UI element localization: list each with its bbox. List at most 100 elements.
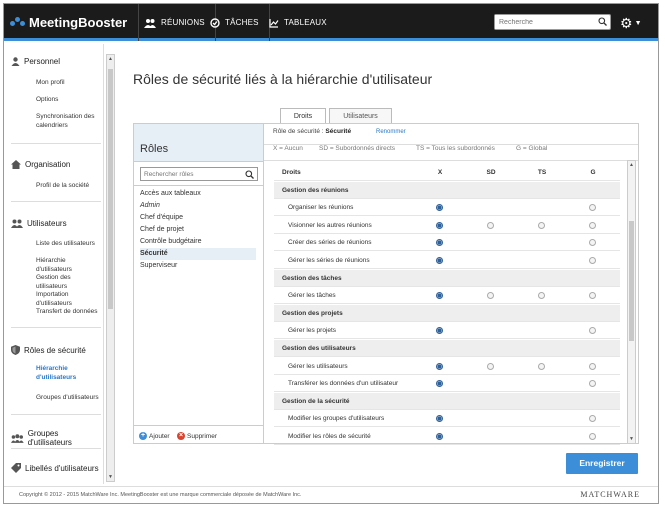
radio-x[interactable] (436, 292, 443, 300)
scroll-up-icon[interactable]: ▲ (107, 56, 114, 62)
radio-sd[interactable] (487, 292, 494, 300)
radio-x[interactable] (436, 239, 443, 247)
radio-x[interactable] (436, 257, 443, 264)
rights-row-label: Modifier les groupes d'utilisateurs (288, 415, 385, 423)
settings-menu[interactable]: ⚙ ▼ (620, 15, 642, 32)
global-search-input[interactable] (495, 15, 591, 29)
role-item[interactable]: Chef de projet (140, 224, 256, 236)
add-role-button[interactable]: + Ajouter (139, 432, 170, 440)
header-sd: SD (486, 169, 496, 176)
rights-group-label: Gestion de la sécurité (282, 397, 350, 405)
radio-g[interactable] (589, 380, 596, 388)
radio-x[interactable] (436, 204, 443, 212)
sidebar-item-options[interactable]: Options (36, 95, 102, 104)
rights-scrollbar[interactable]: ▲ ▼ (627, 160, 636, 444)
sidebar-section-roles-securite[interactable]: Rôles de sécurité (11, 345, 86, 355)
role-item[interactable]: Superviseur (140, 260, 256, 272)
sidebar-item-hierarchie-active[interactable]: Hiérarchie d'utilisateurs (36, 364, 96, 382)
sidebar-item-hierarchie-utilisateurs[interactable]: Hiérarchie d'utilisateurs (36, 256, 102, 274)
tab-utilisateurs[interactable]: Utilisateurs (329, 108, 392, 124)
role-search (140, 167, 258, 181)
page-title: Rôles de sécurité liés à la hiérarchie d… (133, 71, 433, 87)
tag-icon (11, 463, 21, 473)
role-item[interactable]: Contrôle budgétaire (140, 236, 256, 248)
delete-role-button[interactable]: × Supprimer (177, 432, 217, 440)
radio-x[interactable] (436, 380, 443, 388)
chevron-down-icon: ▼ (634, 20, 642, 27)
search-icon[interactable] (598, 17, 607, 26)
scroll-thumb[interactable] (108, 69, 113, 309)
radio-g[interactable] (589, 433, 596, 440)
scroll-up-icon[interactable]: ▲ (628, 162, 635, 168)
rights-group-label: Gestion des projets (282, 309, 343, 317)
global-search (494, 14, 611, 30)
radio-g[interactable] (589, 204, 596, 212)
radio-g[interactable] (589, 415, 596, 423)
roles-panel: Rôles Accès aux tableaux Admin Chef d'éq… (133, 123, 264, 444)
rights-group-row: Gestion de la sécurité (274, 392, 620, 410)
radio-x[interactable] (436, 415, 443, 423)
legend-item: TS = Tous les subordonnés (416, 145, 495, 152)
radio-sd[interactable] (487, 362, 494, 370)
rename-link[interactable]: Renommer (376, 129, 406, 135)
rights-group-row: Gestion des tâches (274, 269, 620, 287)
radio-sd[interactable] (487, 221, 494, 229)
radio-ts[interactable] (538, 221, 545, 229)
sidebar-item-transfert-donnees[interactable]: Transfert de données (36, 307, 102, 316)
chart-icon (269, 18, 279, 28)
sidebar-item-synchronisation[interactable]: Synchronisation des calendriers (36, 112, 102, 130)
app-logo[interactable]: MeetingBooster (10, 4, 139, 41)
scroll-down-icon[interactable]: ▼ (107, 474, 114, 480)
radio-ts[interactable] (538, 292, 545, 300)
sidebar-section-personnel[interactable]: Personnel (11, 57, 60, 66)
delete-role-label: Supprimer (187, 432, 217, 440)
role-item[interactable]: Admin (140, 200, 256, 212)
sidebar-item-liste-utilisateurs[interactable]: Liste des utilisateurs (36, 239, 102, 248)
logo-icon (10, 16, 26, 29)
sidebar-section-label: Utilisateurs (27, 219, 67, 228)
sidebar-section-label: Rôles de sécurité (24, 345, 86, 355)
home-icon (11, 160, 21, 169)
nav-tableaux[interactable]: TABLEAUX (259, 4, 337, 41)
radio-g[interactable] (589, 221, 596, 229)
radio-g[interactable] (589, 292, 596, 300)
scroll-thumb[interactable] (629, 221, 634, 341)
header-g: G (590, 169, 596, 176)
rights-row: Visionner les autres réunions (274, 217, 620, 234)
sidebar-item-profil-societe[interactable]: Profil de la société (36, 181, 102, 190)
logo-text: MeetingBooster (29, 15, 128, 30)
sidebar-scrollbar[interactable]: ▲ ▼ (106, 54, 115, 482)
sidebar-section-groupes[interactable]: Groupes d'utilisateurs (11, 429, 103, 447)
radio-g[interactable] (589, 362, 596, 370)
header-x: X (437, 169, 443, 176)
sidebar-section-libelles[interactable]: Libellés d'utilisateurs (11, 463, 99, 473)
sidebar-item-importation-utilisateurs[interactable]: Importation d'utilisateurs (36, 290, 102, 308)
group-icon (11, 433, 24, 443)
radio-x[interactable] (436, 327, 443, 335)
radio-x[interactable] (436, 221, 443, 229)
scroll-down-icon[interactable]: ▼ (628, 436, 635, 442)
rights-row-label: Gérer les projets (288, 327, 337, 335)
tab-droits[interactable]: Droits (280, 108, 326, 124)
sidebar-section-utilisateurs[interactable]: Utilisateurs (11, 219, 67, 228)
sidebar-item-gestion-utilisateurs[interactable]: Gestion des utilisateurs (36, 273, 102, 291)
save-button[interactable]: Enregistrer (566, 453, 638, 474)
radio-x[interactable] (436, 362, 443, 370)
radio-x[interactable] (436, 433, 443, 440)
sidebar-item-groupes-utilisateurs[interactable]: Groupes d'utilisateurs (36, 393, 102, 402)
radio-g[interactable] (589, 257, 596, 264)
plus-icon: + (139, 432, 147, 440)
role-item-selected[interactable]: Sécurité (140, 248, 256, 260)
sidebar-section-organisation[interactable]: Organisation (11, 160, 70, 169)
radio-g[interactable] (589, 239, 596, 247)
role-item[interactable]: Accès aux tableaux (140, 188, 256, 200)
footer: Copyright © 2012 - 2015 MatchWare Inc. M… (4, 486, 658, 502)
radio-ts[interactable] (538, 362, 545, 370)
header-ts: TS (537, 169, 547, 176)
role-search-input[interactable] (141, 168, 241, 180)
role-item[interactable]: Chef d'équipe (140, 212, 256, 224)
sidebar-item-mon-profil[interactable]: Mon profil (36, 78, 102, 87)
radio-g[interactable] (589, 327, 596, 335)
search-icon[interactable] (245, 170, 254, 179)
rights-row: Gérer les tâches (274, 287, 620, 305)
